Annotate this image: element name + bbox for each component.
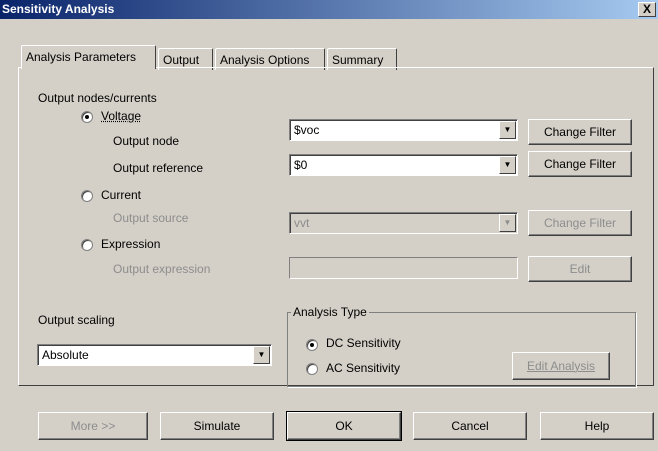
button-label: OK: [335, 419, 353, 433]
ac-sensitivity-label[interactable]: AC Sensitivity: [326, 361, 400, 375]
button-label: Edit: [569, 262, 591, 276]
output-reference-select[interactable]: $0 ▼: [289, 154, 518, 176]
chevron-down-icon[interactable]: ▼: [253, 346, 270, 364]
output-source-value: vvt: [294, 216, 310, 230]
more-button[interactable]: More >>: [38, 412, 148, 440]
current-radio[interactable]: [81, 190, 93, 202]
voltage-radio[interactable]: [81, 111, 93, 123]
edit-analysis-button[interactable]: Edit Analysis: [512, 352, 610, 380]
simulate-button[interactable]: Simulate: [160, 412, 274, 440]
expression-label[interactable]: Expression: [101, 237, 160, 251]
title-bar[interactable]: Sensitivity Analysis X: [0, 0, 658, 19]
button-label: Help: [584, 419, 610, 433]
current-label[interactable]: Current: [101, 188, 141, 202]
output-node-label: Output node: [113, 134, 180, 148]
output-expression-label: Output expression: [113, 262, 211, 276]
button-label: Edit Analysis: [526, 359, 596, 373]
button-label: Change Filter: [543, 157, 617, 171]
tab-label: Analysis Parameters: [26, 50, 137, 64]
chevron-down-icon[interactable]: ▼: [499, 121, 516, 139]
sensitivity-analysis-dialog: Sensitivity Analysis X Analysis Paramete…: [0, 0, 658, 451]
output-reference-value: $0: [294, 158, 308, 172]
output-reference-label: Output reference: [113, 161, 204, 175]
output-nodes-heading: Output nodes/currents: [38, 91, 157, 105]
close-button[interactable]: X: [638, 2, 656, 17]
output-expression-field[interactable]: [289, 257, 518, 279]
output-node-value: $voc: [294, 123, 320, 137]
dc-sensitivity-radio[interactable]: [306, 339, 318, 351]
button-label: Change Filter: [543, 125, 617, 139]
tab-analysis-parameters[interactable]: Analysis Parameters: [21, 45, 156, 69]
analysis-type-legend: Analysis Type: [291, 305, 369, 319]
button-label: Cancel: [451, 419, 489, 433]
button-label: Simulate: [193, 419, 241, 433]
dc-sensitivity-label[interactable]: DC Sensitivity: [326, 336, 401, 350]
chevron-down-icon[interactable]: ▼: [499, 156, 516, 174]
window-title: Sensitivity Analysis: [2, 2, 115, 16]
button-label: Change Filter: [543, 216, 617, 230]
help-button[interactable]: Help: [540, 412, 654, 440]
output-node-change-filter-button[interactable]: Change Filter: [528, 119, 632, 145]
expression-radio[interactable]: [81, 239, 93, 251]
voltage-label[interactable]: Voltage: [101, 109, 141, 123]
output-scaling-label: Output scaling: [38, 313, 115, 327]
output-scaling-select[interactable]: Absolute ▼: [37, 344, 272, 366]
tab-label: Analysis Options: [220, 53, 310, 67]
output-source-change-filter-button[interactable]: Change Filter: [528, 210, 632, 236]
output-reference-change-filter-button[interactable]: Change Filter: [528, 151, 632, 177]
output-node-select[interactable]: $voc ▼: [289, 119, 518, 141]
edit-expression-button[interactable]: Edit: [528, 256, 632, 282]
tab-label: Output: [163, 53, 200, 67]
tab-label: Summary: [332, 53, 384, 67]
cancel-button[interactable]: Cancel: [413, 412, 527, 440]
ok-button[interactable]: OK: [286, 411, 402, 441]
output-scaling-value: Absolute: [42, 348, 89, 362]
button-label: More >>: [70, 419, 116, 433]
output-source-label: Output source: [113, 211, 189, 225]
chevron-down-icon[interactable]: ▼: [499, 214, 516, 232]
close-icon: X: [642, 2, 651, 16]
output-source-select[interactable]: vvt ▼: [289, 212, 518, 234]
ac-sensitivity-radio[interactable]: [306, 363, 318, 375]
